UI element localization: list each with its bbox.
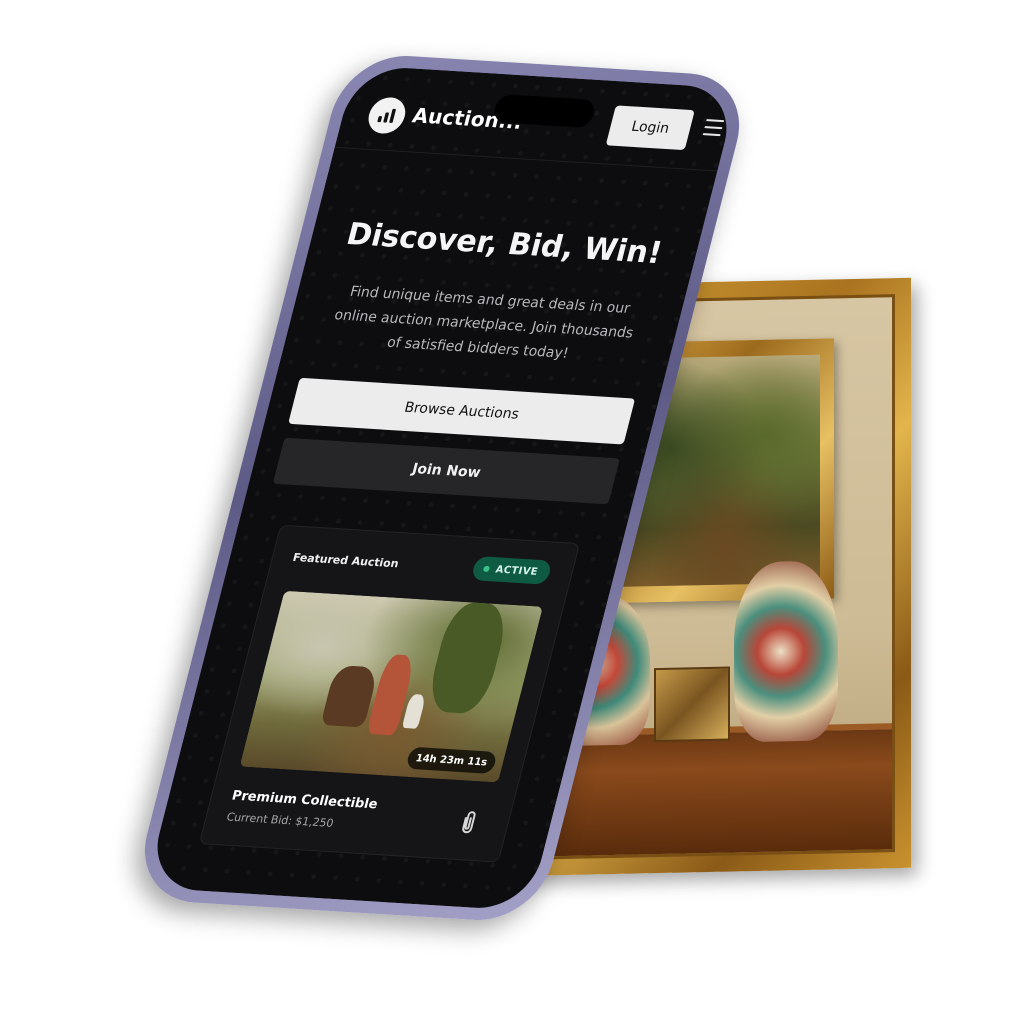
join-now-button[interactable]: Join Now [272,437,620,505]
featured-auction-card[interactable]: Featured Auction ACTIVE 14h 23m 11s Prem… [198,524,581,863]
ceramic-vase-right [734,560,838,743]
chart-bars-icon[interactable] [364,96,410,135]
hero-title: Discover, Bid, Win! [342,216,666,272]
status-badge-text: ACTIVE [494,563,540,578]
status-badge: ACTIVE [470,556,553,585]
ornate-box [654,666,730,743]
item-title[interactable]: Premium Collectible [230,788,379,812]
dynamic-island [491,94,598,129]
paperclip-icon[interactable] [455,809,483,836]
painting-tree [424,601,512,715]
browse-auctions-button[interactable]: Browse Auctions [288,377,636,445]
current-bid: Current Bid: $1,250 [225,810,335,830]
login-button[interactable]: Login [605,105,695,151]
hero-subtitle: Find unique items and great deals in our… [332,283,636,362]
featured-auction-label: Featured Auction [291,550,401,571]
countdown-timer: 14h 23m 11s [405,746,498,774]
auction-item-image[interactable]: 14h 23m 11s [239,590,543,783]
painting-figure-child [401,693,427,729]
hamburger-menu-icon[interactable] [702,119,725,137]
status-dot-icon [483,565,491,573]
